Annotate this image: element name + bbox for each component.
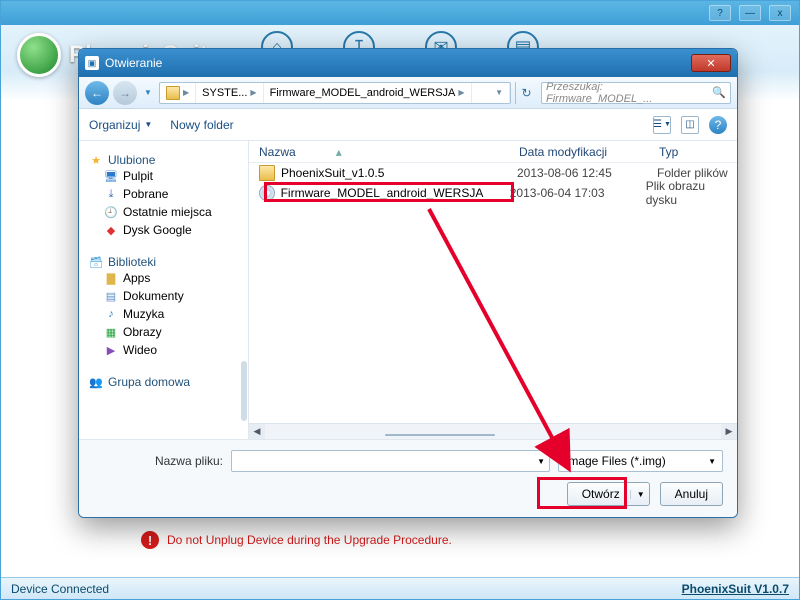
address-bar: ← → ▼ ▶ SYSTE...▶ Firmware_MODEL_android… xyxy=(79,77,737,109)
music-icon: ♪ xyxy=(104,307,118,321)
list-item[interactable]: Firmware_MODEL_android_WERSJA 2013-06-04… xyxy=(249,183,737,203)
new-folder-button[interactable]: Nowy folder xyxy=(170,118,233,132)
documents-icon: ▤ xyxy=(104,289,118,303)
help-icon[interactable]: ? xyxy=(709,116,727,134)
recent-icon: 🕘 xyxy=(104,205,118,219)
sort-indicator-icon: ▴ xyxy=(336,145,342,159)
col-date[interactable]: Data modyfikacji xyxy=(509,145,649,159)
folder-icon: ▇ xyxy=(104,271,118,285)
tree-apps[interactable]: Apps xyxy=(123,271,150,285)
dialog-close-button[interactable]: ✕ xyxy=(691,54,731,72)
folder-icon xyxy=(259,165,275,181)
scroll-right-button[interactable]: ▶ xyxy=(721,424,737,440)
close-button[interactable]: x xyxy=(769,5,791,21)
search-input[interactable]: Przeszukaj: Firmware_MODEL_... 🔍 xyxy=(541,82,731,104)
statusbar: Device Connected PhoenixSuit V1.0.7 xyxy=(1,577,799,599)
pictures-icon: ▦ xyxy=(104,325,118,339)
dialog-toolbar: Organizuj▼ Nowy folder ☰▼ ◫ ? xyxy=(79,109,737,141)
status-version[interactable]: PhoenixSuit V1.0.7 xyxy=(682,582,789,596)
favorites-icon: ★ xyxy=(89,153,103,167)
tree-desktop[interactable]: Pulpit xyxy=(123,169,153,183)
minimize-button[interactable]: — xyxy=(739,5,761,21)
nav-forward-button[interactable]: → xyxy=(113,81,137,105)
tree-favorites[interactable]: Ulubione xyxy=(108,153,155,167)
tree-scrollbar[interactable] xyxy=(241,361,247,421)
breadcrumb-dropdown[interactable]: ▼ xyxy=(495,88,503,97)
breadcrumb-seg-firmware[interactable]: Firmware_MODEL_android_WERSJA xyxy=(270,87,456,99)
col-type[interactable]: Typ xyxy=(649,145,737,159)
open-file-dialog: ▣ Otwieranie ✕ ← → ▼ ▶ SYSTE...▶ Firmwar… xyxy=(78,48,738,518)
tree-libraries[interactable]: Biblioteki xyxy=(108,255,156,269)
folder-icon xyxy=(166,86,180,100)
nav-history-dropdown[interactable]: ▼ xyxy=(141,81,155,105)
nav-back-button[interactable]: ← xyxy=(85,81,109,105)
warning-text: Do not Unplug Device during the Upgrade … xyxy=(167,533,452,547)
homegroup-icon: 👥 xyxy=(89,375,103,389)
tree-downloads[interactable]: Pobrane xyxy=(123,187,168,201)
organize-menu[interactable]: Organizuj▼ xyxy=(89,118,152,132)
search-icon[interactable]: 🔍 xyxy=(712,86,726,99)
open-button-dropdown[interactable]: ▼ xyxy=(630,490,645,499)
downloads-icon: ⤓ xyxy=(104,187,118,201)
app-titlebar: ? — x xyxy=(1,1,799,25)
filename-label: Nazwa pliku: xyxy=(93,454,223,468)
scroll-left-button[interactable]: ◀ xyxy=(249,424,265,440)
warning-icon: ! xyxy=(141,531,159,549)
warning-bar: ! Do not Unplug Device during the Upgrad… xyxy=(141,531,452,549)
libraries-icon: 🗃 xyxy=(89,255,103,269)
tree-homegroup[interactable]: Grupa domowa xyxy=(108,375,190,389)
tree-pictures[interactable]: Obrazy xyxy=(123,325,162,339)
breadcrumb[interactable]: ▶ SYSTE...▶ Firmware_MODEL_android_WERSJ… xyxy=(159,82,511,104)
gdrive-icon: ◆ xyxy=(104,223,118,237)
refresh-button[interactable]: ↻ xyxy=(515,82,537,104)
filetype-combo[interactable]: Image Files (*.img)▼ xyxy=(558,450,723,472)
cancel-button[interactable]: Anuluj xyxy=(660,482,723,506)
tree-documents[interactable]: Dokumenty xyxy=(123,289,184,303)
desktop-icon: 🖥 xyxy=(104,169,118,183)
search-placeholder: Przeszukaj: Firmware_MODEL_... xyxy=(546,81,708,105)
tree-music[interactable]: Muzyka xyxy=(123,307,164,321)
tree-recent[interactable]: Ostatnie miejsca xyxy=(123,205,212,219)
disc-image-icon xyxy=(259,185,275,201)
tree-videos[interactable]: Wideo xyxy=(123,343,157,357)
videos-icon: ▶ xyxy=(104,343,118,357)
open-button[interactable]: Otwórz▼ xyxy=(567,482,650,506)
status-left: Device Connected xyxy=(11,582,109,596)
filename-input[interactable]: ▼ xyxy=(231,450,550,472)
filename-dropdown[interactable]: ▼ xyxy=(537,457,545,466)
view-options-button[interactable]: ☰▼ xyxy=(653,116,671,134)
dialog-app-icon: ▣ xyxy=(85,56,99,70)
help-button[interactable]: ? xyxy=(709,5,731,21)
scroll-thumb[interactable] xyxy=(385,434,495,436)
dialog-title: Otwieranie xyxy=(105,56,685,70)
dialog-footer: Nazwa pliku: ▼ Image Files (*.img)▼ Otwó… xyxy=(79,439,737,517)
breadcrumb-seg-system[interactable]: SYSTE... xyxy=(202,87,247,99)
nav-tree[interactable]: ★ Ulubione 🖥 Pulpit ⤓ Pobrane 🕘 Ostatnie mie… xyxy=(79,141,249,439)
column-headers[interactable]: Nazwa ▴ Data modyfikacji Typ xyxy=(249,141,737,163)
preview-pane-button[interactable]: ◫ xyxy=(681,116,699,134)
horizontal-scrollbar[interactable]: ◀ ▶ xyxy=(249,423,737,439)
tree-gdrive[interactable]: Dysk Google xyxy=(123,223,192,237)
file-list[interactable]: Nazwa▴ Data modyfikacji Typ PhoenixSuit_… xyxy=(249,141,737,439)
phoenix-logo-icon xyxy=(17,33,61,77)
col-name[interactable]: Nazwa xyxy=(259,145,296,159)
dialog-titlebar[interactable]: ▣ Otwieranie ✕ xyxy=(79,49,737,77)
